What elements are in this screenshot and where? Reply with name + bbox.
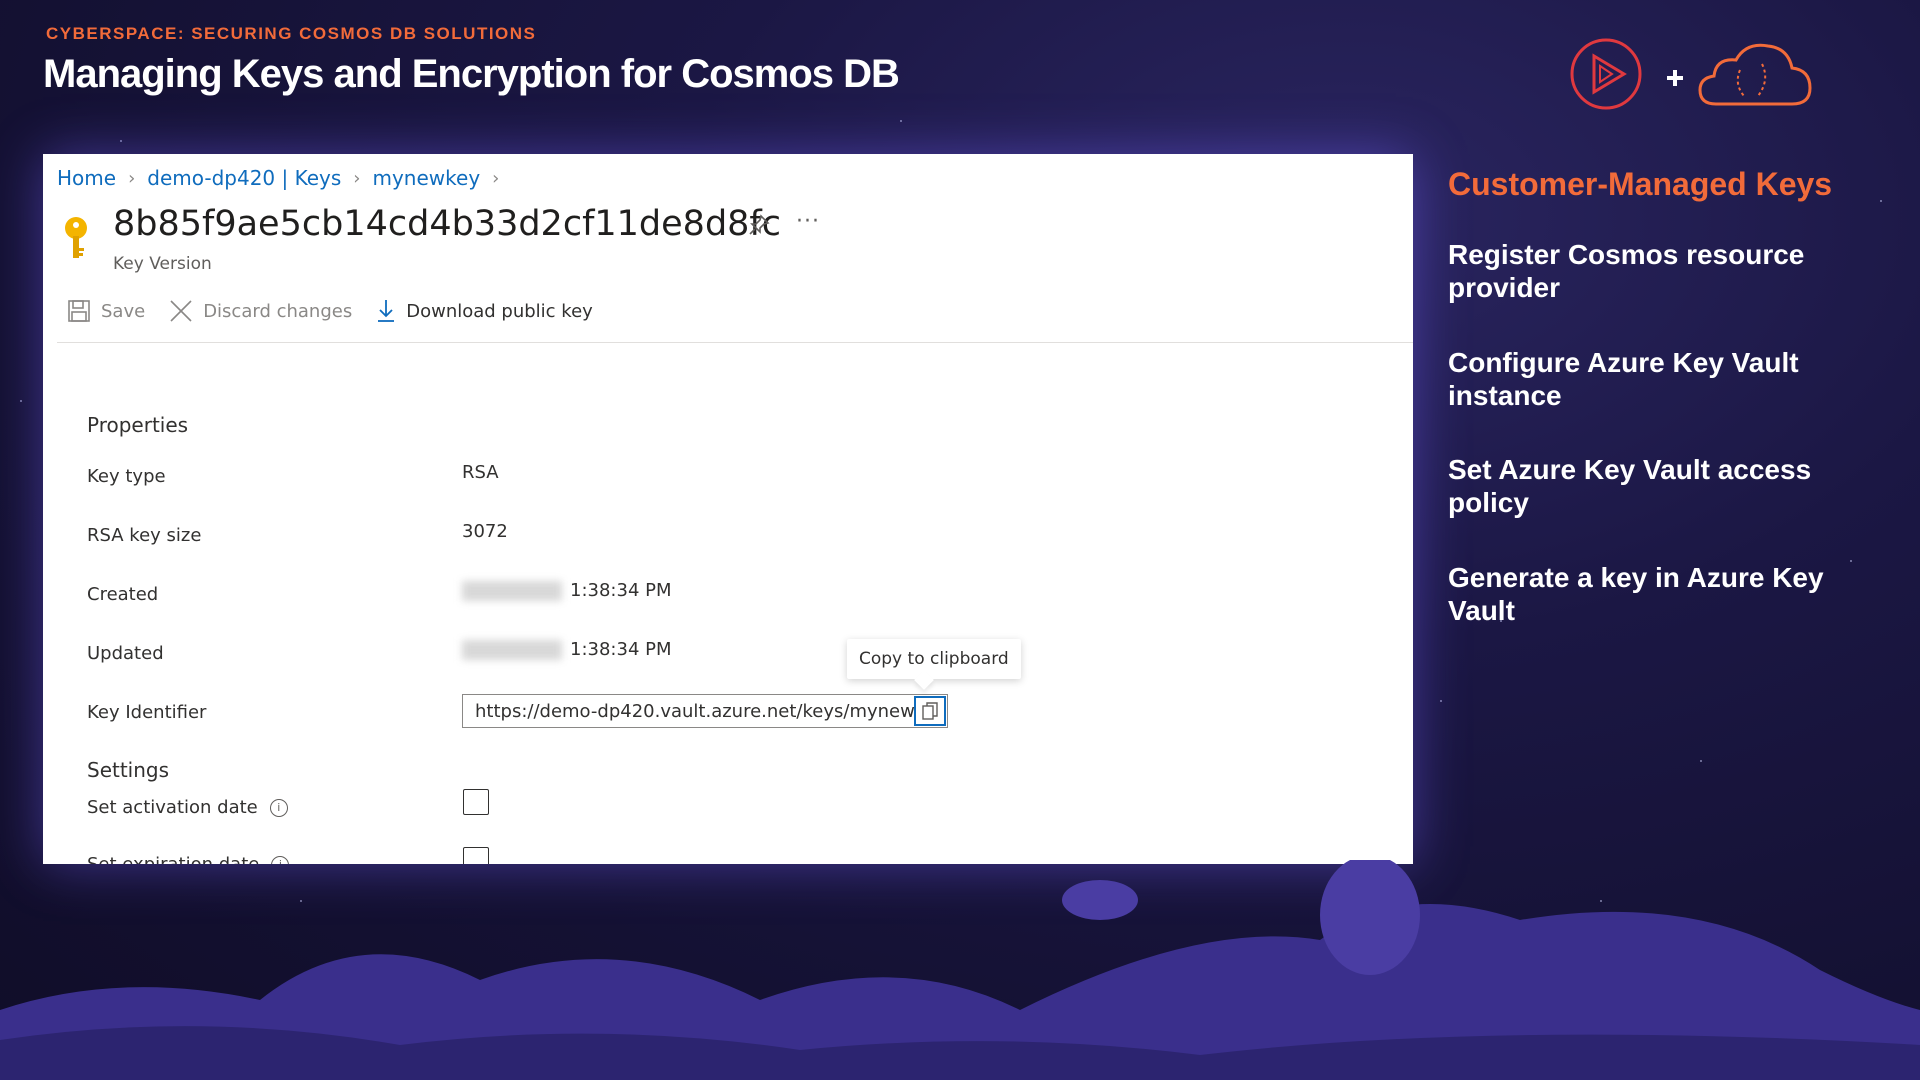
course-label: CYBERSPACE: SECURING COSMOS DB SOLUTIONS <box>46 24 537 43</box>
activation-date-row: Set activation date i <box>87 797 288 818</box>
key-version-subtitle: Key Version <box>113 254 212 274</box>
created-time: 1:38:34 PM <box>570 580 672 601</box>
breadcrumb: Home › demo-dp420 | Keys › mynewkey › <box>57 166 511 190</box>
moonscape-illustration <box>0 860 1920 1080</box>
toolbar-divider <box>57 342 1413 343</box>
rsa-key-size-label: RSA key size <box>87 525 202 546</box>
brand-logos <box>1570 38 1812 110</box>
updated-label: Updated <box>87 643 164 664</box>
updated-time: 1:38:34 PM <box>570 639 672 660</box>
topic-item: Register Cosmos resource provider <box>1448 239 1805 303</box>
topic-title: Customer-Managed Keys <box>1448 166 1833 202</box>
info-icon[interactable]: i <box>269 799 288 817</box>
copy-tooltip: Copy to clipboard <box>847 639 1021 679</box>
breadcrumb-keys[interactable]: demo-dp420 | Keys <box>147 166 341 190</box>
topic-item: Generate a key in Azure Key Vault <box>1448 562 1824 626</box>
rsa-key-size-value: 3072 <box>462 521 508 542</box>
breadcrumb-key[interactable]: mynewkey <box>372 166 480 190</box>
key-identifier-label: Key Identifier <box>87 702 207 723</box>
settings-heading: Settings <box>87 758 170 782</box>
copy-icon <box>922 702 938 720</box>
activation-date-checkbox[interactable] <box>463 789 489 815</box>
azure-portal-panel: Home › demo-dp420 | Keys › mynewkey › 8b… <box>43 154 1413 864</box>
download-label: Download public key <box>406 300 593 322</box>
chevron-right-icon: › <box>128 167 136 189</box>
save-icon <box>68 300 90 322</box>
cloud-brain-logo-icon <box>1698 43 1812 106</box>
download-icon <box>378 300 395 322</box>
key-identifier-field[interactable]: https://demo-dp420.vault.azure.net/keys/… <box>462 694 948 728</box>
topic-item: Configure Azure Key Vault instance <box>1448 347 1799 411</box>
breadcrumb-home[interactable]: Home <box>57 166 116 190</box>
chevron-right-icon: › <box>492 167 500 189</box>
key-type-label: Key type <box>87 466 166 487</box>
updated-value: 1:38:34 PM <box>462 639 672 660</box>
key-type-value: RSA <box>462 462 499 483</box>
key-version-title: 8b85f9ae5cb14cd4b33d2cf11de8d8fc <box>113 204 781 244</box>
topic-item: Set Azure Key Vault access policy <box>1448 454 1812 518</box>
created-label: Created <box>87 584 159 605</box>
pin-icon[interactable] <box>748 214 770 236</box>
command-toolbar: Save Discard changes Download public key <box>67 298 617 324</box>
close-icon <box>170 300 192 322</box>
discard-changes-button[interactable]: Discard changes <box>169 299 352 323</box>
discard-label: Discard changes <box>203 300 353 322</box>
page-title: Managing Keys and Encryption for Cosmos … <box>43 52 900 96</box>
activation-date-label: Set activation date <box>87 797 258 818</box>
download-public-key-button[interactable]: Download public key <box>376 298 593 324</box>
redacted-date <box>462 640 562 660</box>
redacted-date <box>462 581 562 601</box>
key-icon <box>65 217 87 258</box>
copy-to-clipboard-button[interactable] <box>914 696 946 726</box>
plus-icon <box>1667 70 1683 86</box>
save-label: Save <box>101 300 146 322</box>
more-options-icon[interactable]: ··· <box>796 209 820 234</box>
properties-heading: Properties <box>87 413 189 437</box>
chevron-right-icon: › <box>353 167 361 189</box>
key-identifier-value[interactable]: https://demo-dp420.vault.azure.net/keys/… <box>463 701 914 722</box>
save-button[interactable]: Save <box>67 299 145 323</box>
created-value: 1:38:34 PM <box>462 580 672 601</box>
play-logo-icon <box>1570 38 1642 110</box>
